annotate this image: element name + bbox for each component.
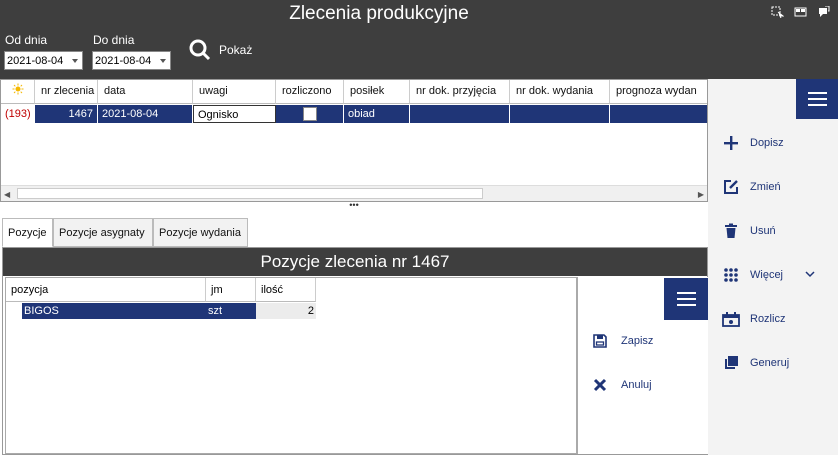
scrollbar-thumb[interactable] — [17, 188, 483, 199]
row-marker-header — [1, 80, 35, 104]
sun-icon — [12, 83, 23, 95]
actions-sidebar: Dopisz Zmień Usuń Więcej Rozlicz Generuj — [708, 79, 838, 455]
delete-label: Usuń — [750, 225, 776, 237]
generate-button[interactable]: Generuj — [722, 354, 789, 372]
positions-panel: Pozycje zlecenia nr 1467 pozycja jm iloś… — [2, 247, 708, 455]
cell-data[interactable]: 2021-08-04 — [98, 105, 193, 123]
more-label: Więcej — [750, 269, 784, 281]
cell-nr-przyjecia[interactable] — [410, 105, 510, 123]
delete-button[interactable]: Usuń — [722, 222, 776, 240]
positions-table: pozycja jm ilość BIGOS szt 2 — [5, 277, 577, 454]
hamburger-icon — [676, 292, 696, 294]
scroll-right-icon[interactable]: ▶ — [698, 190, 704, 199]
chevron-down-icon[interactable] — [805, 269, 815, 281]
col-header-nr-przyjecia[interactable]: nr dok. przyjęcia — [410, 80, 510, 104]
layout-icon[interactable] — [794, 5, 807, 17]
from-date-input[interactable]: 2021-08-04 — [4, 51, 83, 70]
cell-jm[interactable]: szt — [206, 303, 256, 319]
tab-pozycje-wydania[interactable]: Pozycje wydania — [153, 218, 248, 247]
positions-title: Pozycje zlecenia nr 1467 — [3, 248, 707, 276]
cell-prognoza[interactable] — [610, 105, 707, 123]
edit-label: Zmień — [750, 181, 781, 193]
cell-pozycja[interactable]: BIGOS — [22, 303, 206, 319]
tab-pozycje-asygnaty[interactable]: Pozycje asygnaty — [53, 218, 153, 247]
cell-nr-wydania[interactable] — [510, 105, 610, 123]
show-button-label: Pokaż — [219, 43, 253, 57]
hamburger-line — [676, 304, 696, 306]
cell-posilek[interactable]: obiad — [344, 105, 410, 123]
dots-grid-icon — [722, 266, 740, 284]
cell-nr[interactable]: 1467 — [35, 105, 98, 123]
floppy-icon — [591, 332, 609, 350]
window-title: Zlecenia produkcyjne — [289, 3, 469, 24]
row-count: (193) — [5, 108, 31, 120]
cancel-label: Anuluj — [621, 379, 652, 391]
search-icon — [189, 39, 211, 61]
horizontal-scrollbar[interactable]: ◀ ▶ — [1, 185, 707, 201]
edit-button[interactable]: Zmień — [722, 178, 781, 196]
to-date-input[interactable]: 2021-08-04 — [92, 51, 171, 70]
details-section: Pozycje Pozycje asygnaty Pozycje wydania… — [0, 212, 708, 455]
chevron-down-icon[interactable] — [72, 59, 78, 63]
col-header-nr[interactable]: nr zlecenia — [35, 80, 98, 104]
positions-actions-panel: Zapisz Anuluj — [577, 277, 708, 454]
to-date-label: Do dnia — [93, 33, 135, 47]
cell-rozliczono[interactable] — [276, 105, 344, 123]
col-header-uwagi[interactable]: uwagi — [193, 80, 276, 104]
cancel-button[interactable]: Anuluj — [591, 376, 652, 394]
col-header-nr-wydania[interactable]: nr dok. wydania — [510, 80, 610, 104]
tab-pozycje[interactable]: Pozycje — [2, 218, 53, 247]
save-label: Zapisz — [621, 335, 654, 347]
col-header-ilosc[interactable]: ilość — [256, 278, 316, 302]
col-header-pozycja[interactable]: pozycja — [6, 278, 206, 302]
chevron-down-icon[interactable] — [160, 59, 166, 63]
settle-icon — [722, 310, 740, 328]
trash-icon — [722, 222, 740, 240]
hamburger-line — [807, 98, 827, 100]
hamburger-line — [807, 104, 827, 106]
hamburger-icon — [807, 92, 827, 94]
add-label: Dopisz — [750, 137, 784, 149]
rozliczono-checkbox[interactable] — [302, 107, 317, 121]
col-header-prognoza[interactable]: prognoza wydan — [610, 80, 707, 104]
hamburger-line — [676, 298, 696, 300]
edit-icon — [722, 178, 740, 196]
main-menu-button[interactable] — [796, 79, 838, 119]
orders-table: nr zlecenia data uwagi rozliczono posiłe… — [0, 79, 708, 202]
plus-icon — [722, 134, 740, 152]
chat-icon[interactable] — [817, 5, 830, 17]
copy-icon — [722, 354, 740, 372]
from-date-value: 2021-08-04 — [7, 55, 64, 67]
from-date-label: Od dnia — [5, 33, 48, 47]
settle-button[interactable]: Rozlicz — [722, 310, 785, 328]
save-button[interactable]: Zapisz — [591, 332, 653, 350]
splitter-handle[interactable]: ••• — [0, 201, 708, 212]
close-icon — [591, 376, 609, 394]
cell-uwagi[interactable]: Ognisko — [193, 105, 276, 123]
settle-label: Rozlicz — [750, 313, 786, 325]
show-button[interactable]: Pokaż — [188, 38, 252, 62]
cell-ilosc[interactable]: 2 — [256, 303, 316, 319]
more-button[interactable]: Więcej — [722, 266, 815, 284]
add-button[interactable]: Dopisz — [722, 134, 784, 152]
col-header-rozliczono[interactable]: rozliczono — [276, 80, 344, 104]
positions-menu-button[interactable] — [664, 278, 708, 320]
scroll-left-icon[interactable]: ◀ — [4, 190, 10, 199]
to-date-value: 2021-08-04 — [95, 55, 152, 67]
generate-label: Generuj — [750, 357, 790, 369]
window-icons — [771, 5, 830, 19]
col-header-data[interactable]: data — [98, 80, 193, 104]
col-header-jm[interactable]: jm — [206, 278, 256, 302]
select-icon[interactable] — [771, 5, 785, 19]
col-header-posilek[interactable]: posiłek — [344, 80, 410, 104]
